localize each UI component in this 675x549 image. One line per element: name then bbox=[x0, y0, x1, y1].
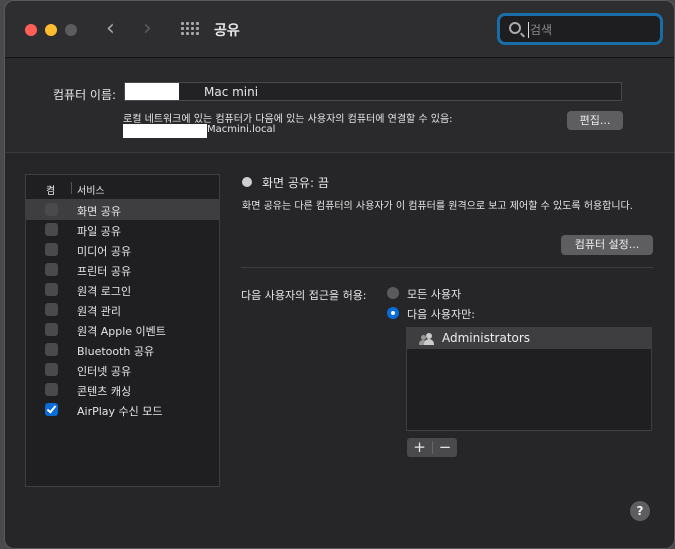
service-label: 원격 로그인 bbox=[77, 285, 132, 298]
computer-name-section: 컴퓨터 이름: Mac mini 로컬 네트워크에 있는 컴퓨터가 다음에 있는… bbox=[5, 58, 674, 153]
help-button[interactable]: ? bbox=[630, 501, 650, 521]
service-row[interactable]: 프린터 공유 bbox=[26, 260, 219, 280]
service-checkbox[interactable] bbox=[45, 283, 58, 296]
radio-only-these-users[interactable] bbox=[387, 307, 399, 319]
user-group-icon bbox=[419, 333, 435, 345]
divider bbox=[241, 267, 653, 268]
computer-name-label: 컴퓨터 이름: bbox=[53, 88, 117, 102]
remove-user-button[interactable]: − bbox=[433, 438, 457, 457]
service-row[interactable]: 원격 Apple 이벤트 bbox=[26, 320, 219, 340]
service-row[interactable]: 인터넷 공유 bbox=[26, 360, 219, 380]
computer-name-value: Mac mini bbox=[204, 85, 259, 99]
add-remove-buttons: + − bbox=[407, 438, 457, 457]
service-label: 인터넷 공유 bbox=[77, 365, 132, 378]
header-service[interactable]: 서비스 bbox=[77, 182, 105, 197]
radio-all-users[interactable] bbox=[387, 287, 399, 299]
service-row[interactable]: 원격 로그인 bbox=[26, 280, 219, 300]
preferences-window: ‹ › 공유 컴퓨터 이름: Mac mini 로컬 네트워크에 있는 컴퓨터가… bbox=[4, 0, 675, 549]
service-checkbox[interactable] bbox=[45, 223, 58, 236]
screen-sharing-description: 화면 공유는 다른 컴퓨터의 사용자가 이 컴퓨터를 원격으로 보고 제어할 수… bbox=[242, 201, 633, 212]
close-window-button[interactable] bbox=[25, 24, 37, 36]
service-row[interactable]: 파일 공유 bbox=[26, 220, 219, 240]
allowed-users-list: Administrators bbox=[406, 327, 652, 431]
header-on[interactable]: 켬 bbox=[46, 182, 55, 197]
service-label: 프린터 공유 bbox=[77, 265, 132, 278]
service-label: 콘텐츠 캐싱 bbox=[77, 385, 132, 398]
minimize-window-button[interactable] bbox=[45, 24, 57, 36]
service-row[interactable]: AirPlay 수신 모드 bbox=[26, 400, 219, 420]
window-title: 공유 bbox=[214, 23, 240, 39]
radio-all-users-label[interactable]: 모든 사용자 bbox=[407, 286, 461, 302]
service-checkbox[interactable] bbox=[45, 363, 58, 376]
forward-arrow-icon[interactable]: › bbox=[143, 17, 152, 41]
header-separator bbox=[71, 182, 72, 194]
list-item[interactable]: Administrators bbox=[407, 328, 651, 349]
service-label: AirPlay 수신 모드 bbox=[77, 405, 163, 418]
search-icon bbox=[509, 22, 521, 34]
back-arrow-icon[interactable]: ‹ bbox=[106, 17, 115, 41]
search-box[interactable] bbox=[497, 13, 663, 45]
service-list: 켬 서비스 화면 공유파일 공유미디어 공유프린터 공유원격 로그인원격 관리원… bbox=[25, 174, 220, 487]
service-list-header: 켬 서비스 bbox=[26, 175, 219, 200]
service-checkbox[interactable] bbox=[45, 383, 58, 396]
service-checkbox[interactable] bbox=[45, 403, 58, 416]
service-row[interactable]: Bluetooth 공유 bbox=[26, 340, 219, 360]
zoom-window-button[interactable] bbox=[65, 24, 77, 36]
local-network-description: 로컬 네트워크에 있는 컴퓨터가 다음에 있는 사용자의 컴퓨터에 연결할 수 … bbox=[123, 114, 453, 125]
service-label: 화면 공유 bbox=[77, 205, 121, 218]
status-indicator-icon bbox=[242, 177, 252, 187]
add-user-button[interactable]: + bbox=[407, 438, 432, 457]
screen-sharing-status: 화면 공유: 끔 bbox=[262, 176, 329, 190]
service-label: 원격 관리 bbox=[77, 305, 121, 318]
sharing-section: 켬 서비스 화면 공유파일 공유미디어 공유프린터 공유원격 로그인원격 관리원… bbox=[5, 153, 674, 548]
titlebar: ‹ › 공유 bbox=[5, 1, 674, 58]
service-checkbox[interactable] bbox=[45, 323, 58, 336]
service-checkbox[interactable] bbox=[45, 343, 58, 356]
computer-name-field[interactable]: Mac mini bbox=[124, 82, 622, 101]
text-caret bbox=[528, 22, 529, 38]
edit-button[interactable]: 편집... bbox=[567, 111, 623, 130]
service-checkbox[interactable] bbox=[45, 263, 58, 276]
redacted-block bbox=[123, 124, 207, 138]
radio-only-these-users-label[interactable]: 다음 사용자만: bbox=[407, 306, 475, 322]
user-name: Administrators bbox=[442, 331, 531, 345]
show-all-grid-icon[interactable] bbox=[181, 22, 199, 38]
service-label: 미디어 공유 bbox=[77, 245, 132, 258]
service-row[interactable]: 미디어 공유 bbox=[26, 240, 219, 260]
service-row[interactable]: 원격 관리 bbox=[26, 300, 219, 320]
service-row[interactable]: 콘텐츠 캐싱 bbox=[26, 380, 219, 400]
service-label: Bluetooth 공유 bbox=[77, 345, 155, 358]
service-checkbox[interactable] bbox=[45, 243, 58, 256]
search-input[interactable] bbox=[530, 20, 650, 40]
service-checkbox[interactable] bbox=[45, 203, 58, 216]
service-label: 원격 Apple 이벤트 bbox=[77, 325, 166, 338]
computer-settings-button[interactable]: 컴퓨터 설정... bbox=[561, 235, 653, 255]
service-checkbox[interactable] bbox=[45, 303, 58, 316]
redacted-block bbox=[125, 83, 179, 100]
local-hostname: Macmini.local bbox=[207, 124, 276, 135]
access-label: 다음 사용자의 접근을 허용: bbox=[241, 289, 367, 302]
service-label: 파일 공유 bbox=[77, 225, 121, 238]
service-row[interactable]: 화면 공유 bbox=[26, 200, 219, 220]
